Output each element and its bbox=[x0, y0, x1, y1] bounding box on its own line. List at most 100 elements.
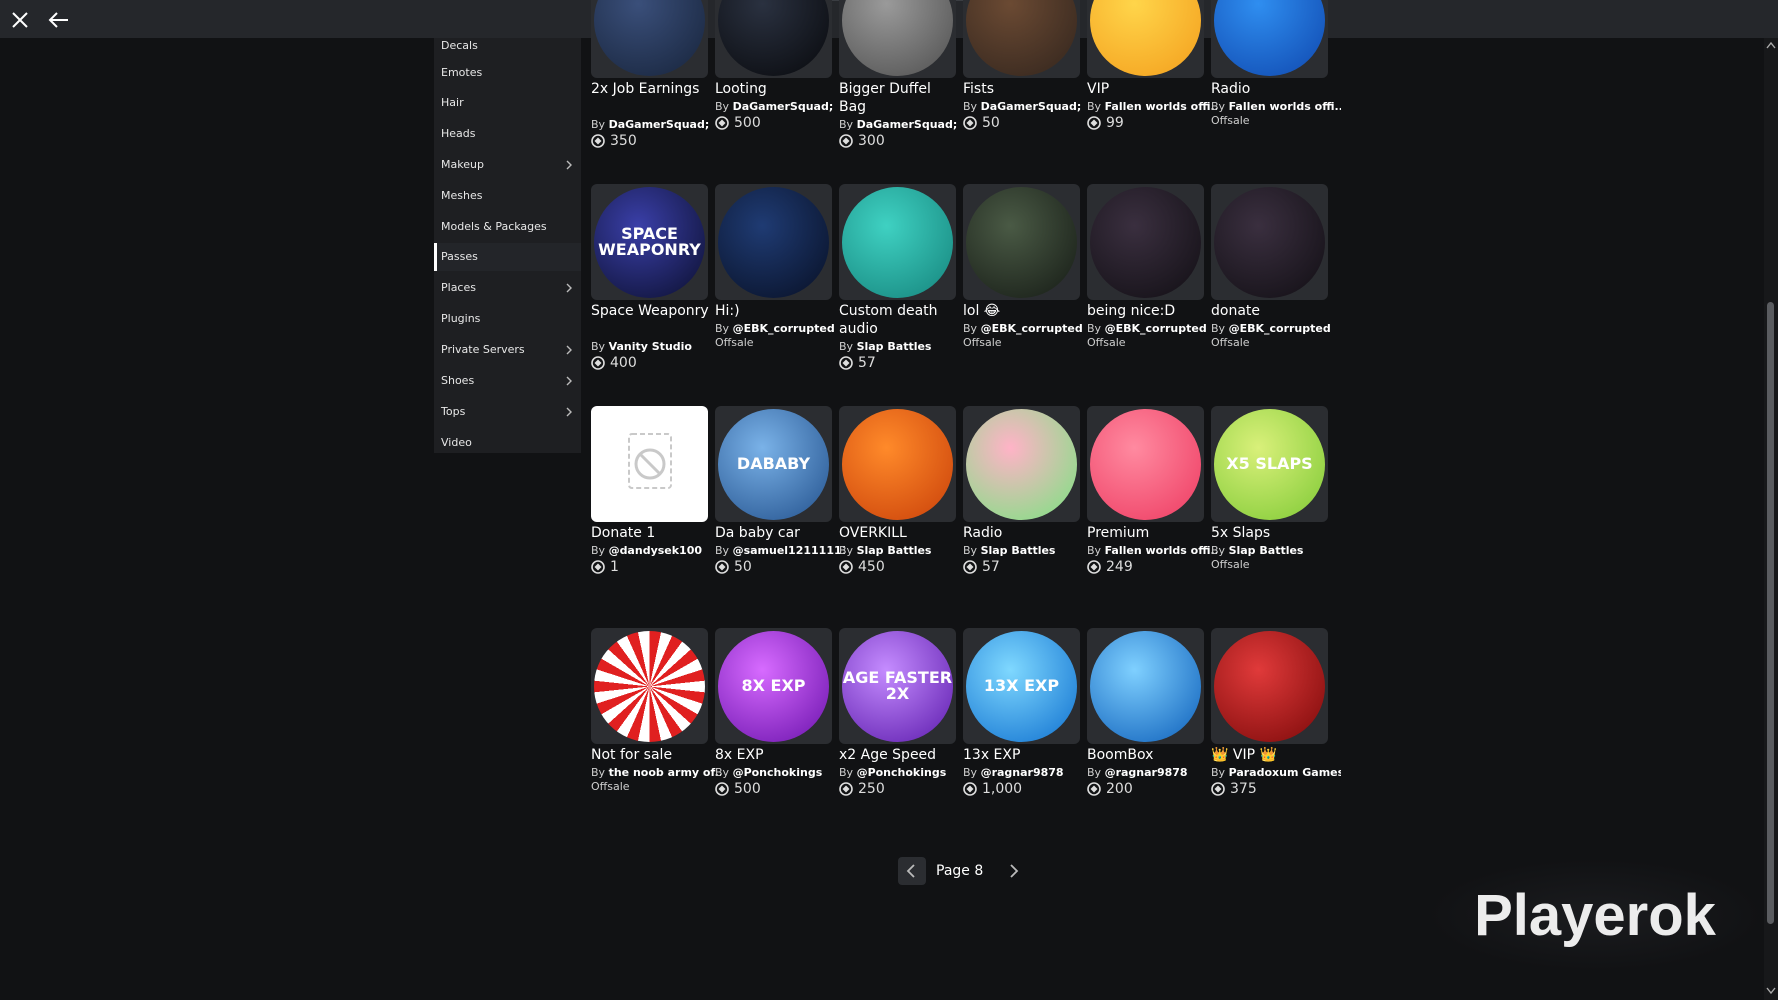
pass-thumbnail[interactable] bbox=[839, 406, 956, 522]
pass-name[interactable]: Looting bbox=[715, 80, 833, 98]
pass-name[interactable]: OVERKILL bbox=[839, 524, 957, 542]
pass-card[interactable]: Custom death audio By Slap Battles 57 bbox=[839, 184, 957, 394]
pass-card[interactable]: Hi:) By @EBK_corrupted Offsale bbox=[715, 184, 835, 394]
pass-thumbnail[interactable]: AGE FASTER 2X bbox=[839, 628, 956, 744]
scroll-down-arrow-icon[interactable] bbox=[1765, 986, 1777, 996]
sidebar-item-hair[interactable]: Hair bbox=[434, 89, 581, 117]
pass-card[interactable]: Radio By Slap Battles 57 bbox=[963, 406, 1081, 616]
pass-thumbnail[interactable] bbox=[591, 406, 708, 522]
pass-thumbnail[interactable] bbox=[591, 628, 708, 744]
pass-thumbnail[interactable] bbox=[963, 406, 1080, 522]
sidebar-item-video[interactable]: Video bbox=[434, 429, 581, 453]
pass-thumbnail[interactable]: 13X EXP bbox=[963, 628, 1080, 744]
creator-name[interactable]: DaGamerSquad; bbox=[733, 100, 834, 113]
creator-name[interactable]: DaGamerSquad; bbox=[857, 118, 958, 131]
pass-card[interactable]: Donate 1 By @dandysek100 1 bbox=[591, 406, 709, 616]
creator-name[interactable]: Vanity Studio bbox=[609, 340, 692, 353]
pass-card[interactable]: 👑 VIP 👑 By Paradoxum Games 375 bbox=[1211, 628, 1341, 838]
creator-name[interactable]: DaGamerSquad; bbox=[981, 100, 1082, 113]
creator-name[interactable]: Slap Battles bbox=[857, 544, 932, 557]
pass-name[interactable]: Bigger Duffel Bag bbox=[839, 80, 957, 116]
sidebar-item-passes[interactable]: Passes bbox=[434, 243, 581, 271]
pass-thumbnail[interactable] bbox=[591, 0, 708, 78]
pass-name[interactable]: donate bbox=[1211, 302, 1329, 320]
pass-thumbnail[interactable] bbox=[1211, 628, 1328, 744]
pass-name[interactable]: Hi:) bbox=[715, 302, 833, 320]
pass-thumbnail[interactable]: DABABY bbox=[715, 406, 832, 522]
pass-card[interactable]: Bigger Duffel Bag By DaGamerSquad; 300 bbox=[839, 0, 957, 172]
pass-card[interactable]: lol 😂 By @EBK_corrupted Offsale bbox=[963, 184, 1083, 394]
pass-name[interactable]: being nice:D bbox=[1087, 302, 1205, 320]
pass-name[interactable]: Fists bbox=[963, 80, 1081, 98]
previous-page-button[interactable] bbox=[898, 857, 926, 885]
scroll-up-arrow-icon[interactable] bbox=[1765, 40, 1777, 50]
pass-card[interactable]: BoomBox By @ragnar9878 200 bbox=[1087, 628, 1205, 838]
pass-card[interactable]: Not for sale By the noob army of... Offsal… bbox=[591, 628, 721, 838]
pass-name[interactable]: 5x Slaps bbox=[1211, 524, 1329, 542]
creator-name[interactable]: @EBK_corrupted bbox=[733, 322, 835, 335]
pass-thumbnail[interactable]: SPACE WEAPONRY bbox=[591, 184, 708, 300]
creator-name[interactable]: @ragnar9878 bbox=[981, 766, 1064, 779]
pass-thumbnail[interactable] bbox=[715, 0, 832, 78]
pass-name[interactable]: 👑 VIP 👑 bbox=[1211, 746, 1329, 764]
sidebar-item-places[interactable]: Places bbox=[434, 274, 581, 302]
pass-thumbnail[interactable] bbox=[1087, 184, 1204, 300]
pass-name[interactable]: 8x EXP bbox=[715, 746, 833, 764]
pass-name[interactable]: Radio bbox=[1211, 80, 1329, 98]
sidebar-item-shoes[interactable]: Shoes bbox=[434, 367, 581, 395]
sidebar-item-emotes[interactable]: Emotes bbox=[434, 59, 581, 87]
pass-name[interactable]: 13x EXP bbox=[963, 746, 1081, 764]
next-page-button[interactable] bbox=[999, 857, 1027, 885]
pass-thumbnail[interactable] bbox=[963, 184, 1080, 300]
creator-name[interactable]: @Ponchokings bbox=[733, 766, 823, 779]
creator-name[interactable]: Slap Battles bbox=[1229, 544, 1304, 557]
pass-name[interactable]: Da baby car bbox=[715, 524, 833, 542]
creator-name[interactable]: @ragnar9878 bbox=[1105, 766, 1188, 779]
sidebar-item-heads[interactable]: Heads bbox=[434, 120, 581, 148]
pass-name[interactable]: Not for sale bbox=[591, 746, 709, 764]
pass-card[interactable]: VIP By Fallen worlds offi... 99 bbox=[1087, 0, 1217, 172]
pass-name[interactable]: 2x Job Earnings bbox=[591, 80, 709, 98]
pass-card[interactable]: Premium By Fallen worlds offi... 249 bbox=[1087, 406, 1217, 616]
pass-thumbnail[interactable] bbox=[1211, 0, 1328, 78]
pass-name[interactable]: Radio bbox=[963, 524, 1081, 542]
pass-card[interactable]: X5 SLAPS 5x Slaps By Slap Battles Offsale bbox=[1211, 406, 1329, 616]
pass-card[interactable]: Fists By DaGamerSquad; 50 bbox=[963, 0, 1081, 172]
creator-name[interactable]: @dandysek100 bbox=[609, 544, 702, 557]
pass-card[interactable]: SPACE WEAPONRY Space Weaponry By Vanity St… bbox=[591, 184, 709, 394]
creator-name[interactable]: @Ponchokings bbox=[857, 766, 947, 779]
pass-card[interactable]: 13X EXP 13x EXP By @ragnar9878 1,000 bbox=[963, 628, 1081, 838]
pass-card[interactable]: DABABY Da baby car By @samuel12111111 50 bbox=[715, 406, 845, 616]
sidebar-item-models-packages[interactable]: Models & Packages bbox=[434, 213, 581, 241]
pass-thumbnail[interactable] bbox=[839, 184, 956, 300]
pass-thumbnail[interactable] bbox=[1087, 406, 1204, 522]
pass-card[interactable]: Looting By DaGamerSquad; 500 bbox=[715, 0, 833, 172]
pass-card[interactable]: donate By @EBK_corrupted Offsale bbox=[1211, 184, 1331, 394]
creator-name[interactable]: the noob army of... bbox=[609, 766, 721, 779]
pass-thumbnail[interactable]: X5 SLAPS bbox=[1211, 406, 1328, 522]
pass-name[interactable]: VIP bbox=[1087, 80, 1205, 98]
scrollbar-thumb[interactable] bbox=[1767, 302, 1774, 924]
sidebar-item-meshes[interactable]: Meshes bbox=[434, 182, 581, 210]
creator-name[interactable]: Fallen worlds offi... bbox=[1105, 100, 1217, 113]
sidebar-item-plugins[interactable]: Plugins bbox=[434, 305, 581, 333]
pass-name[interactable]: BoomBox bbox=[1087, 746, 1205, 764]
pass-card[interactable]: Radio By Fallen worlds offi... Offsale bbox=[1211, 0, 1341, 172]
pass-thumbnail[interactable] bbox=[963, 0, 1080, 78]
pass-thumbnail[interactable]: 8X EXP bbox=[715, 628, 832, 744]
creator-name[interactable]: @samuel12111111 bbox=[733, 544, 845, 557]
pass-thumbnail[interactable] bbox=[1087, 0, 1204, 78]
pass-thumbnail[interactable] bbox=[1087, 628, 1204, 744]
pass-name[interactable]: x2 Age Speed bbox=[839, 746, 957, 764]
creator-name[interactable]: Slap Battles bbox=[981, 544, 1056, 557]
pass-name[interactable]: Donate 1 bbox=[591, 524, 709, 542]
pass-name[interactable]: Premium bbox=[1087, 524, 1205, 542]
pass-card[interactable]: 2x Job Earnings By DaGamerSquad; 350 bbox=[591, 0, 709, 172]
pass-name[interactable]: Custom death audio bbox=[839, 302, 957, 338]
sidebar-item-tops[interactable]: Tops bbox=[434, 398, 581, 426]
pass-thumbnail[interactable] bbox=[1211, 184, 1328, 300]
creator-name[interactable]: Slap Battles bbox=[857, 340, 932, 353]
creator-name[interactable]: Fallen worlds offi... bbox=[1229, 100, 1341, 113]
pass-name[interactable]: Space Weaponry bbox=[591, 302, 709, 320]
pass-card[interactable]: OVERKILL By Slap Battles 450 bbox=[839, 406, 957, 616]
